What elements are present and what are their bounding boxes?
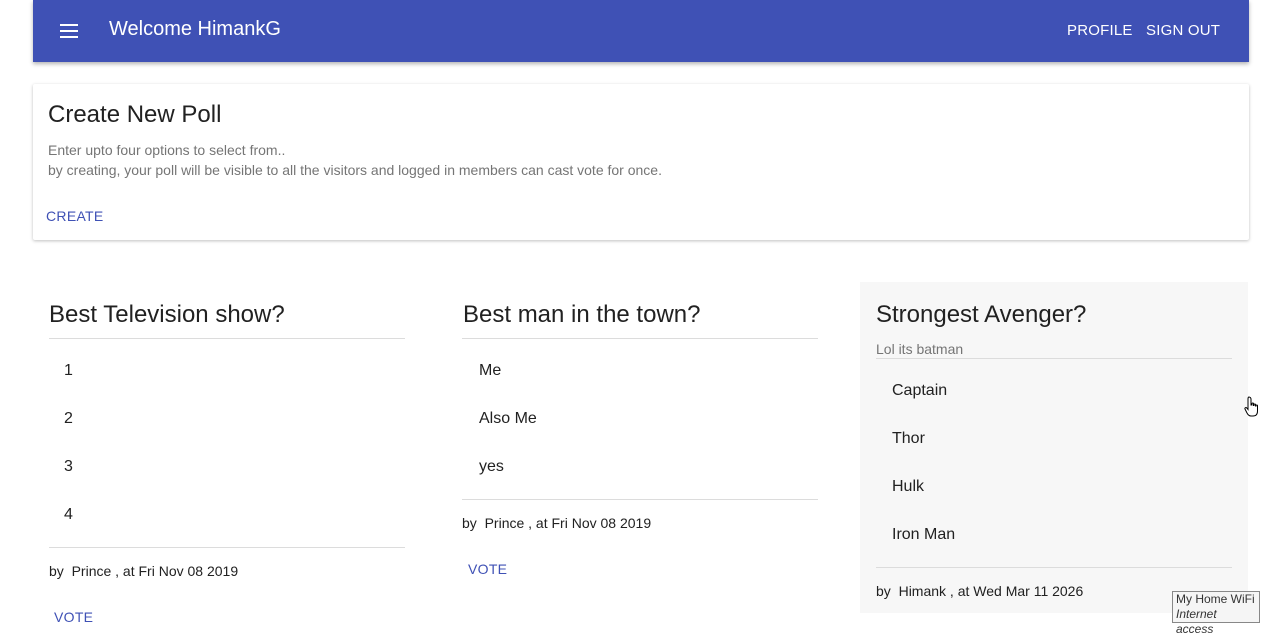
poll-card: Best man in the town? Me Also Me yes by …	[447, 282, 835, 592]
poll-card: Strongest Avenger? Lol its batman Captai…	[860, 282, 1248, 613]
wifi-network-name: My Home WiFi	[1176, 592, 1255, 606]
poll-option[interactable]: Captain	[892, 382, 947, 400]
poll-divider	[49, 547, 405, 548]
poll-option[interactable]: Also Me	[479, 410, 537, 428]
create-poll-description: Enter upto four options to select from..…	[48, 140, 662, 180]
poll-divider	[462, 338, 818, 339]
poll-divider	[49, 338, 405, 339]
poll-meta: by Prince , at Fri Nov 08 2019	[49, 563, 238, 579]
poll-divider	[462, 499, 818, 500]
hand-cursor-icon	[1244, 396, 1258, 417]
create-button[interactable]: CREATE	[46, 208, 104, 224]
poll-option[interactable]: 4	[64, 506, 73, 524]
sign-out-button[interactable]: SIGN OUT	[1146, 22, 1220, 39]
menu-icon[interactable]	[57, 19, 81, 43]
poll-option[interactable]: 2	[64, 410, 73, 428]
app-bar: Welcome HimankG PROFILE SIGN OUT	[33, 0, 1249, 62]
poll-by-label: by	[462, 515, 477, 531]
poll-by-label: by	[49, 563, 64, 579]
poll-divider	[876, 358, 1232, 359]
create-poll-title: Create New Poll	[48, 101, 222, 128]
poll-meta: by Himank , at Wed Mar 11 2026	[876, 583, 1083, 599]
poll-meta: by Prince , at Fri Nov 08 2019	[462, 515, 651, 531]
vote-button[interactable]: VOTE	[468, 561, 507, 577]
poll-title: Strongest Avenger?	[876, 301, 1087, 328]
poll-option[interactable]: 3	[64, 458, 73, 476]
poll-option[interactable]: Me	[479, 362, 501, 380]
poll-author-date: Prince , at Fri Nov 08 2019	[71, 563, 239, 579]
poll-card: Best Television show? 1 2 3 4 by Prince …	[33, 282, 421, 625]
profile-button[interactable]: PROFILE	[1067, 22, 1133, 39]
poll-divider	[876, 567, 1232, 568]
poll-subtitle: Lol its batman	[876, 341, 964, 357]
poll-title: Best man in the town?	[463, 301, 701, 328]
create-poll-line-1: Enter upto four options to select from..	[48, 142, 286, 158]
poll-title: Best Television show?	[49, 301, 285, 328]
create-poll-card: Create New Poll Enter upto four options …	[33, 84, 1249, 240]
wifi-tooltip: My Home WiFi Internet access	[1172, 591, 1260, 636]
create-poll-line-2: by creating, your poll will be visible t…	[48, 162, 662, 178]
wifi-status: Internet access	[1176, 607, 1217, 636]
app-title: Welcome HimankG	[109, 18, 281, 40]
poll-option[interactable]: Hulk	[892, 478, 924, 496]
poll-option[interactable]: Iron Man	[892, 526, 955, 544]
poll-option[interactable]: Thor	[892, 430, 925, 448]
poll-author-date: Prince , at Fri Nov 08 2019	[484, 515, 652, 531]
poll-author-date: Himank , at Wed Mar 11 2026	[898, 583, 1084, 599]
poll-by-label: by	[876, 583, 891, 599]
poll-option[interactable]: yes	[479, 458, 504, 476]
poll-option[interactable]: 1	[64, 362, 73, 380]
